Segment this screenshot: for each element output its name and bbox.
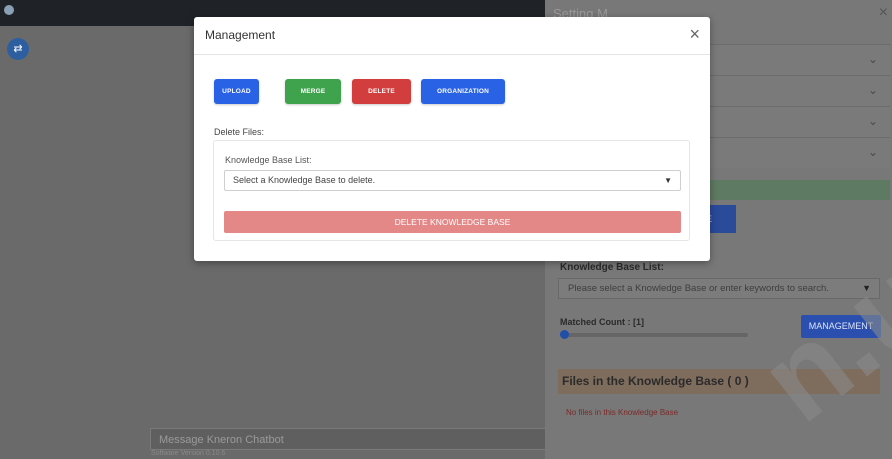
kb-list-label: Knowledge Base List:	[225, 155, 312, 165]
matched-count-slider[interactable]	[562, 333, 748, 337]
kb-list-label: Knowledge Base List:	[560, 262, 664, 273]
no-files-message: No files in this Knowledge Base	[566, 408, 679, 417]
delete-button[interactable]: DELETE	[352, 79, 411, 104]
kb-search-placeholder: Please select a Knowledge Base or enter …	[568, 283, 829, 294]
delete-files-label: Delete Files:	[214, 127, 265, 137]
chevron-down-icon: ⌄	[867, 114, 878, 128]
slider-handle[interactable]	[560, 330, 569, 339]
swap-icon[interactable]: ⇄	[7, 38, 29, 60]
management-modal: Management × UPLOAD MERGE DELETE ORGANIZ…	[194, 17, 710, 261]
kb-delete-select[interactable]: Select a Knowledge Base to delete. ▼	[224, 170, 681, 191]
delete-knowledge-base-button[interactable]: DELETE KNOWLEDGE BASE	[224, 211, 681, 233]
chat-message-input[interactable]: Message Kneron Chatbot	[150, 428, 545, 450]
delete-files-card: Knowledge Base List: Select a Knowledge …	[213, 140, 690, 241]
dropdown-arrow-icon: ▼	[664, 176, 672, 185]
upload-button[interactable]: UPLOAD	[214, 79, 259, 104]
merge-button[interactable]: MERGE	[285, 79, 341, 104]
close-icon[interactable]: ×	[689, 24, 700, 45]
chevron-down-icon: ⌄	[867, 83, 878, 97]
chevron-down-icon: ⌄	[867, 145, 878, 159]
matched-count-label: Matched Count : [1]	[560, 317, 644, 327]
organization-button[interactable]: ORGANIZATION	[421, 79, 505, 104]
modal-title: Management	[205, 28, 276, 42]
software-version: Software Version 0.10.6	[151, 450, 226, 457]
kb-delete-placeholder: Select a Knowledge Base to delete.	[233, 175, 376, 185]
chevron-down-icon: ⌄	[867, 52, 878, 66]
close-icon[interactable]: ×	[879, 4, 888, 22]
modal-header: Management ×	[194, 17, 710, 55]
app-icon	[4, 5, 14, 15]
